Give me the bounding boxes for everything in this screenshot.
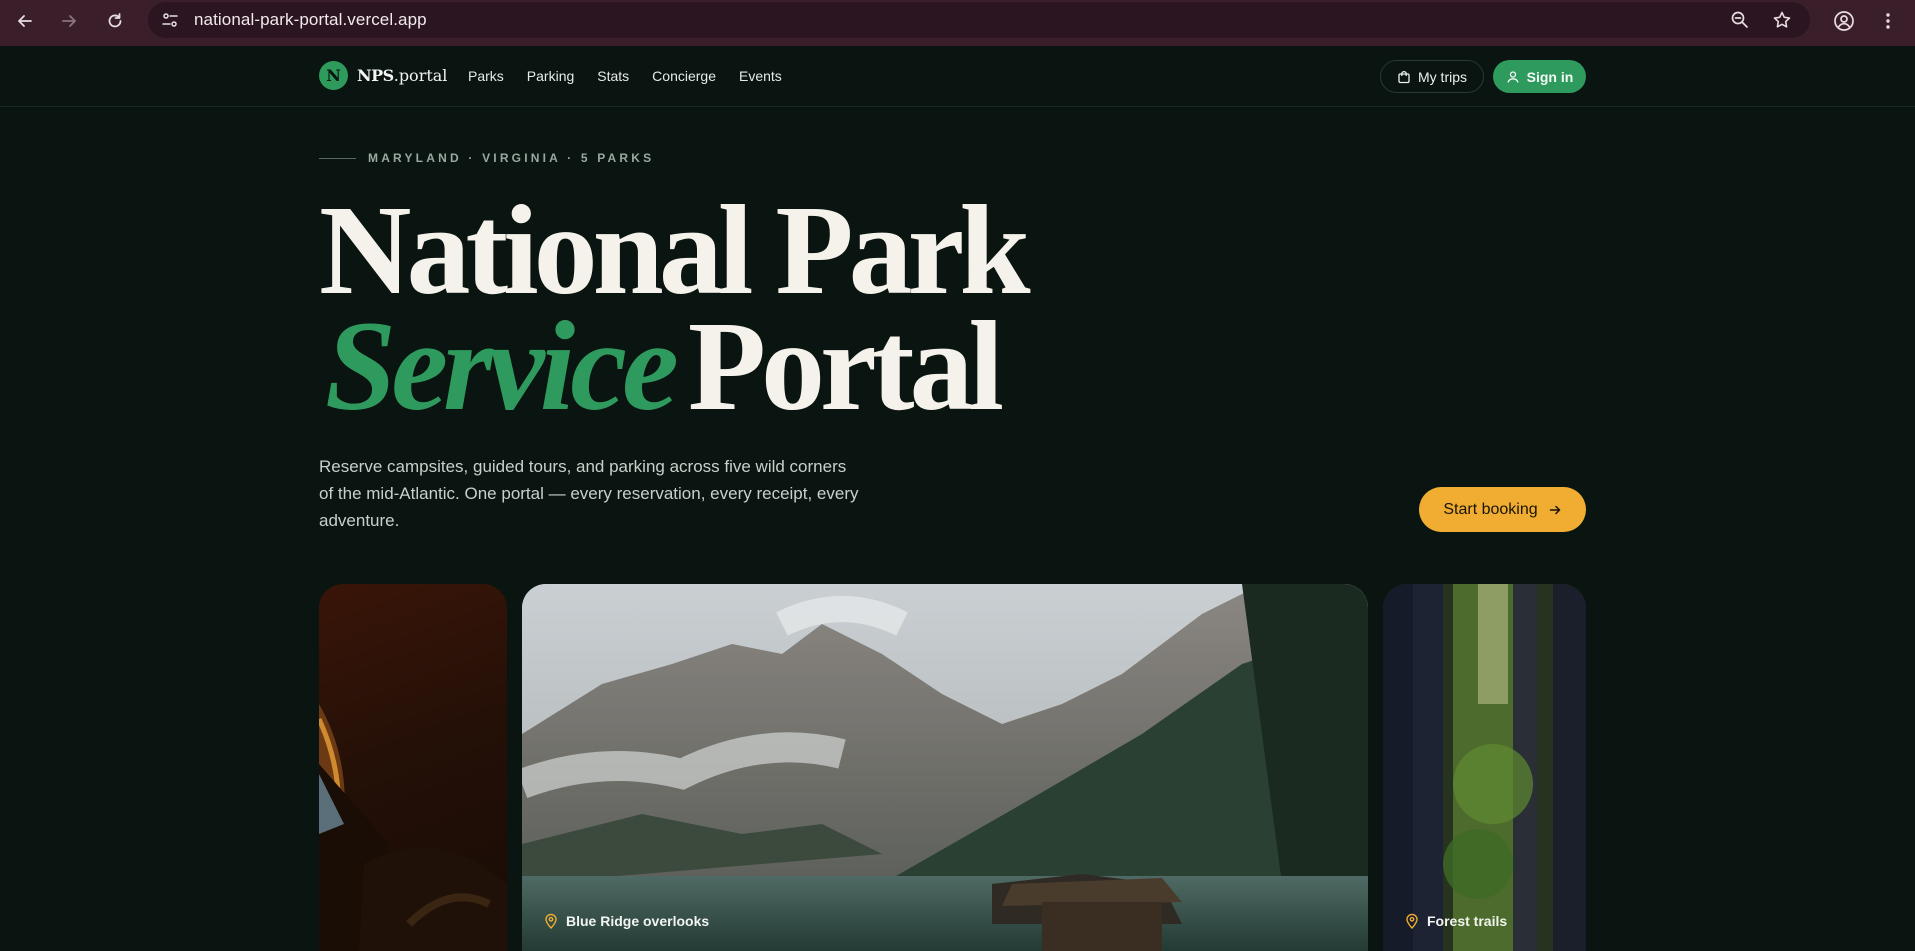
start-booking-label: Start booking xyxy=(1443,500,1538,518)
card-label-forest: Forest trails xyxy=(1405,913,1507,929)
nav-link-stats[interactable]: Stats xyxy=(597,68,629,84)
arrow-right-icon xyxy=(62,15,76,27)
forest-photo xyxy=(1383,584,1586,951)
url-text: national-park-portal.vercel.app xyxy=(194,10,427,29)
my-trips-label: My trips xyxy=(1418,68,1467,85)
forward-button[interactable] xyxy=(52,4,86,38)
browser-menu-button[interactable] xyxy=(1871,4,1905,38)
hero-title-accent: Service xyxy=(325,295,679,437)
zoom-icon[interactable] xyxy=(1728,8,1752,32)
profile-icon xyxy=(1834,11,1854,31)
shopping-bag-icon xyxy=(1398,70,1410,83)
profile-button[interactable] xyxy=(1827,4,1861,38)
back-button[interactable] xyxy=(8,4,42,38)
card-label-blue-ridge: Blue Ridge overlooks xyxy=(544,913,709,929)
photo-card-forest[interactable]: Forest trails xyxy=(1383,584,1586,951)
bookmark-star-icon[interactable] xyxy=(1770,8,1794,32)
eyebrow-rule xyxy=(319,157,356,159)
sign-in-label: Sign in xyxy=(1526,68,1574,85)
arrow-left-icon xyxy=(18,15,32,27)
more-vertical-icon xyxy=(1886,13,1890,29)
nav-link-concierge[interactable]: Concierge xyxy=(652,68,716,84)
logo-text-rest: portal xyxy=(398,66,448,85)
start-booking-button[interactable]: Start booking xyxy=(1419,487,1586,532)
map-pin-icon xyxy=(545,913,557,929)
reload-button[interactable] xyxy=(98,4,132,38)
site-info-icon[interactable] xyxy=(158,8,182,32)
browser-chrome: national-park-portal.vercel.app xyxy=(0,0,1915,46)
sign-in-button[interactable]: Sign in xyxy=(1493,60,1586,93)
card-label-forest-text: Forest trails xyxy=(1427,913,1508,929)
tent-photo xyxy=(319,704,507,951)
logo-mark[interactable]: N xyxy=(319,61,348,90)
nav-link-parking[interactable]: Parking xyxy=(527,68,574,84)
main-nav: Parks Parking Stats Concierge Events xyxy=(468,68,782,84)
hero-lead: Reserve campsites, guided tours, and par… xyxy=(319,457,859,530)
map-pin-icon xyxy=(1406,913,1418,929)
photo-card-blue-ridge[interactable]: Blue Ridge overlooks xyxy=(522,584,1368,951)
mountain-lake-photo xyxy=(522,584,1368,951)
address-bar[interactable]: national-park-portal.vercel.app xyxy=(148,2,1810,38)
reload-icon xyxy=(108,13,122,28)
logo-text[interactable]: NPS.portal xyxy=(357,66,447,85)
nav-link-events[interactable]: Events xyxy=(739,68,782,84)
user-icon xyxy=(1507,70,1519,83)
logo-text-bold: NPS xyxy=(357,66,394,85)
hero-title-rest: Portal xyxy=(687,295,1004,437)
my-trips-button[interactable]: My trips xyxy=(1380,60,1484,93)
arrow-right-icon xyxy=(1549,505,1560,514)
site-header: N NPS.portal Parks Parking Stats Concier… xyxy=(0,46,1915,107)
hero-eyebrow: MARYLAND · VIRGINIA · 5 PARKS xyxy=(319,151,654,165)
photo-card-tent[interactable] xyxy=(319,584,507,951)
card-label-blue-ridge-text: Blue Ridge overlooks xyxy=(566,913,710,929)
hero-title-line-2: Service Portal xyxy=(325,302,1004,430)
eyebrow-text: MARYLAND · VIRGINIA · 5 PARKS xyxy=(368,151,655,165)
nav-link-parks[interactable]: Parks xyxy=(468,68,504,84)
